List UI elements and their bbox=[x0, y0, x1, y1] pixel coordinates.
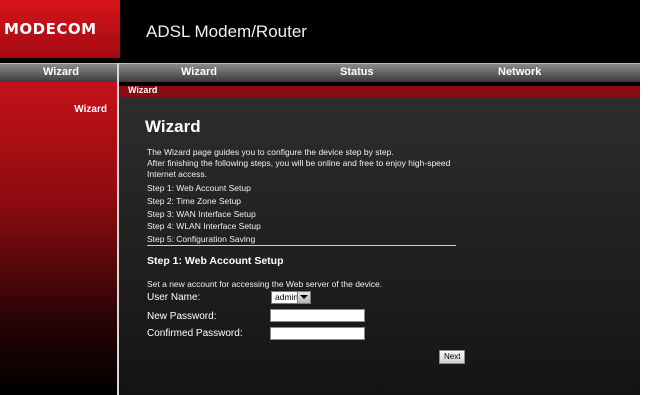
step-item-1: Step 1: Web Account Setup bbox=[147, 183, 251, 193]
step-item-4: Step 4: WLAN Interface Setup bbox=[147, 221, 261, 231]
confirm-password-label: Confirmed Password: bbox=[147, 328, 243, 339]
logo-text: MODECOM bbox=[4, 20, 97, 38]
router-admin-window: MODECOM ADSL Modem/Router Wizard Wizard … bbox=[0, 0, 640, 395]
app-title: ADSL Modem/Router bbox=[146, 22, 307, 41]
username-select[interactable]: admin bbox=[271, 291, 311, 304]
nav-tab-wizard[interactable]: Wizard bbox=[181, 66, 217, 78]
nav-section-label: Wizard bbox=[43, 66, 79, 78]
nav-tab-status[interactable]: Status bbox=[340, 66, 374, 78]
chevron-down-icon[interactable] bbox=[297, 292, 310, 303]
step-item-3: Step 3: WAN Interface Setup bbox=[147, 209, 256, 219]
intro-line-2: After finishing the following steps, you… bbox=[147, 158, 451, 168]
brand-logo: MODECOM bbox=[0, 0, 120, 58]
main-content: Wizard The Wizard page guides you to con… bbox=[119, 97, 640, 395]
breadcrumb-label: Wizard bbox=[128, 85, 158, 95]
section-description: Set a new account for accessing the Web … bbox=[147, 279, 383, 289]
top-nav-bar: Wizard Wizard Status Network bbox=[0, 63, 640, 82]
sidebar-item-wizard[interactable]: Wizard bbox=[74, 104, 107, 115]
username-label: User Name: bbox=[147, 292, 201, 303]
section-title: Step 1: Web Account Setup bbox=[147, 255, 284, 267]
breadcrumb: Wizard bbox=[119, 85, 640, 97]
intro-line-3: Internet access. bbox=[147, 169, 208, 179]
new-password-label: New Password: bbox=[147, 311, 217, 322]
username-value: admin bbox=[275, 292, 299, 302]
new-password-input[interactable] bbox=[270, 309, 365, 322]
section-divider bbox=[147, 245, 456, 246]
step-item-2: Step 2: Time Zone Setup bbox=[147, 196, 242, 206]
nav-tab-network[interactable]: Network bbox=[498, 66, 541, 78]
step-item-5: Step 5: Configuration Saving bbox=[147, 234, 256, 244]
intro-line-1: The Wizard page guides you to configure … bbox=[147, 147, 394, 157]
next-button[interactable]: Next bbox=[439, 350, 466, 364]
sidebar: Wizard bbox=[0, 82, 117, 395]
confirm-password-input[interactable] bbox=[270, 327, 365, 340]
page-title: Wizard bbox=[145, 117, 201, 136]
